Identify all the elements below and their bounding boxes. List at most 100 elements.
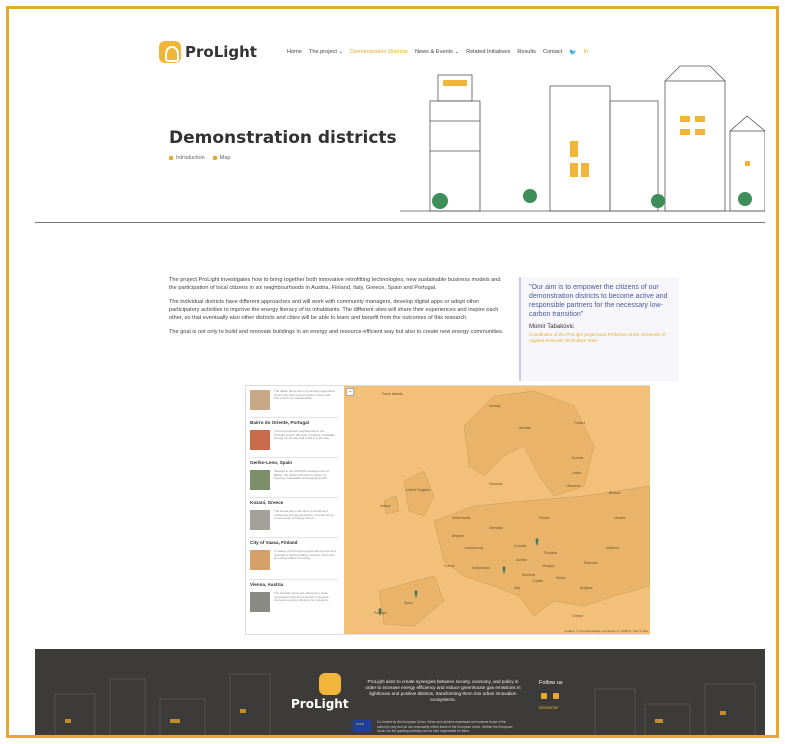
subnav-item-map[interactable]: Map [212,155,231,161]
linkedin-icon[interactable]: in [584,49,589,56]
map-attribution[interactable]: Leaflet | © OpenStreetMap contributors ©… [565,629,648,633]
footer-logo[interactable]: ProLight [291,673,349,711]
map-label: Finland [574,421,586,425]
site-description: In Vaasa, the ProLight project will impr… [274,549,336,560]
intro-paragraph: The goal is not only to build and renova… [169,329,504,335]
nav-item-results[interactable]: Results [517,49,536,56]
page: ProLight Home The project ⌄ Demonstratio… [35,9,765,735]
europe-map[interactable]: − Faroe Islands Norway Sweden Finland Es… [344,386,650,634]
map-land [378,390,650,627]
page-subnav: Introduction Map [169,155,230,161]
footer-description: ProLight aims to create synergies betwee… [365,679,521,702]
nav-item-related-initiatives[interactable]: Related Initiatives [466,49,510,56]
bullet-icon [212,155,217,160]
eu-flag-icon [353,720,371,732]
map-label: Bulgaria [580,586,593,590]
map-site-card[interactable]: Bairro do Oriente, Portugal In the Portu… [250,420,338,458]
map-site-card[interactable]: Vienna, Austria The Austrian demo site w… [250,582,338,622]
footer-social-icons [541,693,559,699]
subnav-item-introduction[interactable]: Introduction [169,155,205,161]
eu-funding-text: Co-funded by the European Union. Views a… [377,720,513,733]
city-illustration [400,65,765,212]
logo-text: ProLight [185,43,257,61]
site-thumbnail [250,430,270,450]
site-thumbnail [250,470,270,490]
map-label: Belarus [609,491,621,495]
site-description: The Greek demo site aims to retrofit and… [274,509,334,520]
map-label: Croatia [532,579,543,583]
subnav-label: Map [219,155,231,161]
logo[interactable]: ProLight [159,41,257,63]
site-name: Kozani, Greece [250,500,284,505]
quote-text: "Our aim is to empower the citizens of o… [529,284,668,318]
nav-item-demonstration-districts[interactable]: Demonstration Districts [350,49,408,56]
intro-paragraph: The individual districts have different … [169,299,499,321]
twitter-icon[interactable] [541,693,547,699]
map-label: Ukraine [614,516,626,520]
map-label: Slovakia [544,551,557,555]
bullet-icon [169,155,173,160]
map-label: Moldova [606,546,619,550]
map-label: Spain [404,601,413,605]
map-label: Ireland [380,504,391,508]
map-label: Netherlands [452,516,471,520]
map-sidebar[interactable]: The Italian demo site is a housing coope… [246,386,342,634]
screenshot-frame: ProLight Home The project ⌄ Demonstratio… [6,6,779,738]
site-description: The Austrian demo site will work in clos… [274,591,331,602]
map-label: Portugal [374,611,387,615]
site-thumbnail [250,390,270,410]
quote-author: Momir Tabakovic [529,324,574,330]
map-label: Switzerland [472,566,490,570]
map-label: Lithuania [566,484,580,488]
map-zoom-out-button[interactable]: − [346,388,354,396]
map-site-card[interactable]: City of Vaasa, Finland In Vaasa, the Pro… [250,540,338,580]
site-name: Geriko-Leno, Spain [250,460,293,465]
map-label: Sweden [519,426,532,430]
map-label: France [444,564,455,568]
site-thumbnail [250,592,270,612]
header-divider [35,222,765,223]
page-title: Demonstration districts [169,128,397,148]
main-nav: Home The project ⌄ Demonstration Distric… [287,49,588,56]
map-label: Luxembourg [464,546,483,550]
map-label: Norway [489,404,501,408]
disclaimer-link[interactable]: Disclaimer [539,705,559,710]
map-label: Latvia [572,471,582,475]
map-label: Hungary [542,564,555,568]
map-label: Estonia [572,456,584,460]
map-label: Romania [584,561,598,565]
map-label: United Kingdom [406,488,431,492]
quote-box: "Our aim is to empower the citizens of o… [519,277,679,381]
map-site-card[interactable]: Kozani, Greece The Greek demo site aims … [250,500,338,538]
nav-item-contact[interactable]: Contact [543,49,562,56]
prolight-logo-icon [159,41,181,63]
nav-item-the-project[interactable]: The project ⌄ [309,49,343,56]
map-label: Austria [516,558,527,562]
follow-us-heading: Follow us [539,680,563,686]
site-thumbnail [250,510,270,530]
map-label: Poland [539,516,550,520]
map-site-card[interactable]: The Italian demo site is a housing coope… [250,388,338,418]
footer-logo-text: ProLight [291,697,349,711]
subnav-label: Introduction [176,155,205,161]
map-site-card[interactable]: Geriko-Leno, Spain Situated in the UNESC… [250,460,338,498]
site-name: Vienna, Austria [250,582,284,587]
map-label: Slovenia [522,573,536,577]
map-label: Italy [514,586,521,590]
map-widget: The Italian demo site is a housing coope… [245,385,650,635]
map-label: Serbia [556,576,566,580]
twitter-icon[interactable]: 🐦 [569,49,576,56]
site-name: City of Vaasa, Finland [250,540,298,545]
site-footer: ProLight ProLight aims to create synergi… [35,649,765,735]
intro-paragraph: The project ProLight investigates how to… [169,277,501,291]
nav-item-news-events[interactable]: News & Events ⌄ [415,49,459,56]
prolight-logo-icon [318,673,341,695]
map-label: Czechia [514,544,527,548]
map-label: Germany [489,526,503,530]
intro-text: The project ProLight investigates how to… [169,276,509,342]
nav-item-home[interactable]: Home [287,49,302,56]
map-label: Faroe Islands [382,392,403,396]
linkedin-icon[interactable] [553,693,559,699]
site-description: Situated in the UNESCO heritage town of … [274,469,330,480]
site-description: The Italian demo site is a housing coope… [274,389,336,400]
